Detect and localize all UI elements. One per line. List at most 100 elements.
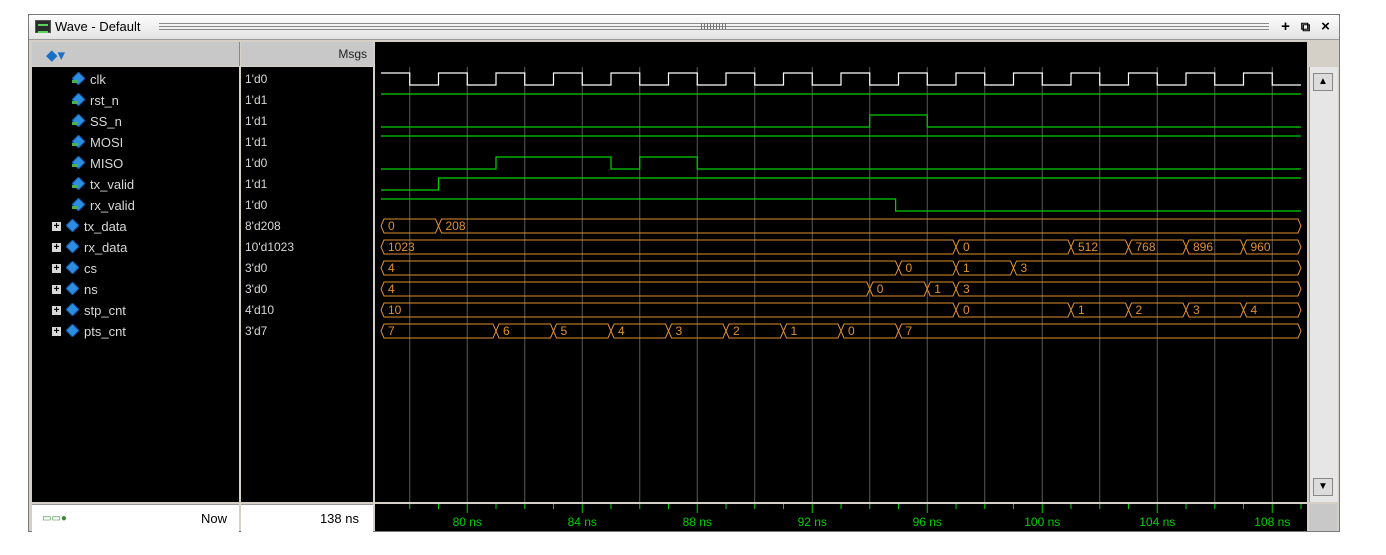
signal-row-miso[interactable]: MISO <box>32 153 239 174</box>
signal-row-ns[interactable]: + ns <box>32 279 239 300</box>
signal-diamond-icon <box>72 72 85 85</box>
signal-value: 10'd1023 <box>245 240 295 254</box>
ruler-tick-label: 100 ns <box>1024 515 1060 529</box>
signal-diamond-icon <box>72 156 85 169</box>
signal-diamond-icon <box>72 114 85 127</box>
bus-segment-ns <box>955 281 1302 297</box>
time-ruler[interactable]: 80 ns 84 ns 88 ns 92 ns 96 ns 100 ns 104 ns 108… <box>375 504 1307 531</box>
bus-value-label: 2 <box>1136 303 1143 317</box>
scroll-up-icon[interactable]: ▲ <box>1313 73 1333 91</box>
msgs-label: Msgs <box>338 47 367 61</box>
bus-value-label: 1 <box>934 282 941 296</box>
bus-value-label: 896 <box>1193 240 1213 254</box>
signal-name: clk <box>90 72 106 87</box>
signal-name: cs <box>84 261 97 276</box>
signal-name: ns <box>84 282 98 297</box>
bus-value-label: 1 <box>1078 303 1085 317</box>
cursor-tools-icon[interactable]: ▭▭● <box>42 513 67 524</box>
scroll-down-icon[interactable]: ▼ <box>1313 478 1333 496</box>
title-bar[interactable]: Wave - Default + ⧉ × <box>29 15 1339 40</box>
wave-app-icon <box>35 20 51 33</box>
signal-name: rst_n <box>90 93 119 108</box>
signal-row-stp-cnt[interactable]: + stp_cnt <box>32 300 239 321</box>
bus-value-label: 1023 <box>388 240 415 254</box>
signal-name: MISO <box>90 156 124 171</box>
bus-segment-ns <box>926 281 957 297</box>
signal-value: 4'd10 <box>245 303 274 317</box>
bus-value-label: 0 <box>388 219 395 233</box>
undock-icon[interactable]: ⧉ <box>1297 18 1314 35</box>
signal-name: stp_cnt <box>84 303 126 318</box>
bus-value-label: 208 <box>446 219 466 233</box>
signal-value: 1'd1 <box>245 93 268 107</box>
cursor-name-cell: ▭▭● Now <box>32 504 239 532</box>
signal-row-rx-valid[interactable]: rx_valid <box>32 195 239 216</box>
ruler-tick-label: 80 ns <box>453 515 482 529</box>
drag-grip-icon[interactable] <box>701 23 727 30</box>
signal-value: 3'd0 <box>245 261 268 275</box>
expand-icon[interactable]: + <box>52 222 61 232</box>
bus-value-label: 4 <box>618 324 625 338</box>
signal-value: 3'd7 <box>245 324 268 338</box>
signal-row-rst-n[interactable]: rst_n <box>32 90 239 111</box>
signal-name: rx_data <box>84 240 128 255</box>
bus-value-label: 6 <box>503 324 510 338</box>
ruler-tick-label: 88 ns <box>683 515 712 529</box>
signal-value: 1'd1 <box>245 114 268 128</box>
bus-value-label: 4 <box>388 282 395 296</box>
signal-diamond-icon <box>66 261 79 274</box>
signal-value: 1'd0 <box>245 198 268 212</box>
signal-row-mosi[interactable]: MOSI <box>32 132 239 153</box>
signal-row-tx-data[interactable]: + tx_data <box>32 216 239 237</box>
wave-window: Wave - Default + ⧉ × ◆▾ Msgs clk rst_n SS_… <box>28 14 1340 532</box>
ruler-tick-label: 84 ns <box>568 515 597 529</box>
signal-diamond-icon <box>66 324 79 337</box>
signal-names-pane: clk rst_n SS_n MOSI MISO tx_valid rx_valid + tx_… <box>32 67 239 502</box>
values-header: Msgs <box>241 42 373 66</box>
bus-value-label: 2 <box>733 324 740 338</box>
ruler-tick-label: 92 ns <box>798 515 827 529</box>
bus-value-label: 768 <box>1136 240 1156 254</box>
signal-row-ss-n[interactable]: SS_n <box>32 111 239 132</box>
signal-row-rx-data[interactable]: + rx_data <box>32 237 239 258</box>
signal-name: tx_valid <box>90 177 135 192</box>
signal-diamond-icon <box>66 282 79 295</box>
signal-value: 8'd208 <box>245 219 281 233</box>
signal-diamond-icon <box>72 177 85 190</box>
time-ruler-canvas: 80 ns 84 ns 88 ns 92 ns 96 ns 100 ns 104 ns 108… <box>409 504 1302 529</box>
bus-value-label: 1 <box>791 324 798 338</box>
waveform-canvas[interactable]: 0 2081023 0 512 768 896 9604 0 1 34 0 1 310 0 1 2 3 47 6 5 4… <box>375 42 1307 502</box>
signal-row-pts-cnt[interactable]: + pts_cnt <box>32 321 239 342</box>
expand-icon[interactable]: + <box>52 306 61 316</box>
signal-value: 3'd0 <box>245 282 268 296</box>
signal-row-tx-valid[interactable]: tx_valid <box>32 174 239 195</box>
close-icon[interactable]: × <box>1317 18 1334 35</box>
names-header: ◆▾ <box>32 42 240 66</box>
signal-row-cs[interactable]: + cs <box>32 258 239 279</box>
bus-value-label: 7 <box>388 324 395 338</box>
expand-icon[interactable]: + <box>52 243 61 253</box>
bus-value-label: 3 <box>1021 261 1028 275</box>
signal-diamond-icon <box>72 135 85 148</box>
signal-row-clk[interactable]: clk <box>32 69 239 90</box>
ruler-tick-label: 96 ns <box>913 515 942 529</box>
expand-icon[interactable]: + <box>52 327 61 337</box>
wave-selector-icon[interactable]: ◆▾ <box>46 46 65 64</box>
ruler-tick-label: 108 ns <box>1254 515 1290 529</box>
window-title: Wave - Default <box>55 19 141 34</box>
vertical-scrollbar[interactable]: ▲ ▼ <box>1309 67 1338 502</box>
bus-value-label: 4 <box>1251 303 1258 317</box>
signal-diamond-icon <box>72 198 85 211</box>
signal-name: rx_valid <box>90 198 135 213</box>
bus-value-label: 0 <box>848 324 855 338</box>
add-icon[interactable]: + <box>1277 18 1294 35</box>
bus-value-label: 4 <box>388 261 395 275</box>
bus-value-label: 0 <box>963 303 970 317</box>
expand-icon[interactable]: + <box>52 264 61 274</box>
expand-icon[interactable]: + <box>52 285 61 295</box>
bus-segment-rx-data <box>955 239 1072 255</box>
waveform-pane[interactable]: 0 208 1023 0 512 768 896 960 4 0 1 3 4 0 1 3 10 0 1 2 3 4 7 6 5 4… <box>375 42 1307 502</box>
signal-value: 1'd1 <box>245 177 268 191</box>
bus-value-label: 3 <box>676 324 683 338</box>
cursor-value-cell: 138 ns <box>241 504 373 532</box>
